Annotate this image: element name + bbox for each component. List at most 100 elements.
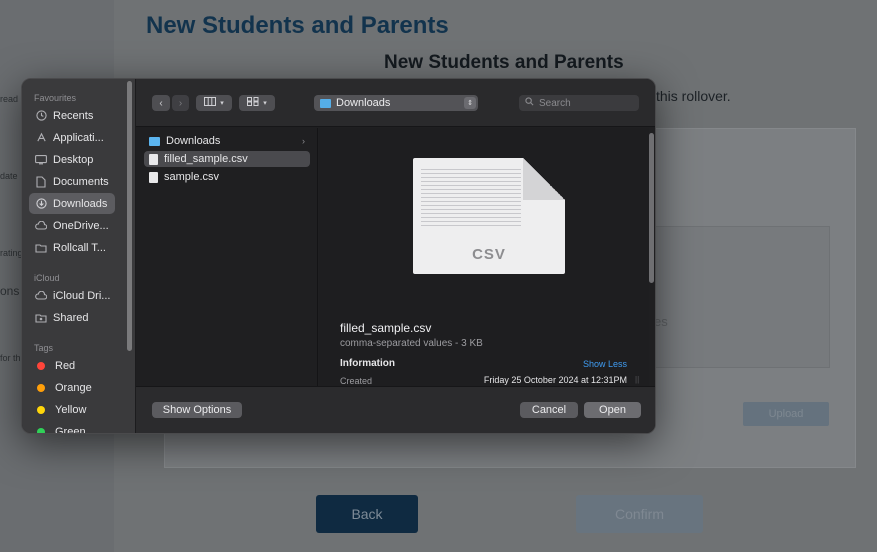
sidebar-item-label: Red	[55, 359, 76, 372]
show-less-link[interactable]: Show Less	[583, 359, 627, 369]
cloud-icon	[35, 220, 47, 232]
preview-filename: filled_sample.csv	[340, 321, 432, 335]
folder-icon	[35, 242, 47, 254]
information-header: Information	[340, 358, 395, 369]
file-row-downloads[interactable]: Downloads ›	[144, 133, 310, 149]
sidebar-tag-yellow[interactable]: Yellow	[29, 399, 115, 420]
confirm-button[interactable]: Confirm	[576, 495, 703, 533]
sidebar-item-label: Desktop	[53, 153, 94, 166]
chevron-down-icon: ▾	[220, 100, 224, 107]
upload-button[interactable]: Upload	[743, 402, 829, 426]
sidebar-item-label: Downloads	[53, 197, 108, 210]
icloud-header: iCloud	[34, 273, 60, 283]
sidebar-item-documents[interactable]: Documents	[29, 171, 115, 192]
page-subtitle: New Students and Parents	[384, 52, 624, 73]
sidebar-item-icloud-drive[interactable]: iCloud Dri...	[29, 285, 115, 306]
forward-nav-button[interactable]: ›	[172, 95, 189, 111]
green-tag-dot-icon	[37, 427, 45, 433]
created-label: Created	[340, 376, 373, 386]
show-options-button[interactable]: Show Options	[152, 402, 242, 418]
document-thumbnail-icon: CSV	[413, 158, 565, 274]
cancel-button[interactable]: Cancel	[520, 402, 578, 418]
sidebar-item-label: Documents	[53, 175, 109, 188]
sidebar-item-label: Rollcall T...	[53, 241, 106, 254]
thumbnail-type-label: CSV	[472, 246, 506, 263]
spreadsheet-lines	[421, 166, 521, 226]
sidebar-item-label: Recents	[53, 109, 94, 122]
sidebar-item-downloads[interactable]: Downloads	[29, 193, 115, 214]
csv-thumbnail: CSV	[413, 158, 565, 274]
chevron-left-icon: ‹	[159, 97, 163, 109]
created-value: Friday 25 October 2024 at 12:31PM	[483, 375, 627, 385]
sidebar-item-label: Applicati...	[53, 131, 104, 144]
file-preview-pane: CSV filled_sample.csv comma-separated va…	[319, 128, 649, 386]
dialog-toolbar: ‹ › ▾ ▾ Downloads ⇕	[136, 79, 655, 127]
download-icon	[35, 198, 47, 210]
left-text-fragment: ons	[0, 284, 20, 298]
sidebar-scrollbar[interactable]	[127, 81, 132, 351]
clock-icon	[35, 110, 47, 122]
chevron-right-icon: ›	[178, 97, 183, 109]
group-by-button[interactable]: ▾	[239, 95, 275, 111]
tags-header: Tags	[34, 343, 54, 353]
folder-icon	[149, 137, 160, 146]
page-description: this rollover.	[656, 88, 731, 104]
open-button[interactable]: Open	[584, 402, 641, 418]
sidebar-item-shared[interactable]: Shared	[29, 307, 115, 328]
file-name: Downloads	[166, 135, 221, 147]
chevron-right-icon: ›	[302, 136, 305, 146]
sidebar-tag-green[interactable]: Green	[29, 421, 115, 433]
downloads-folder-icon	[320, 98, 331, 108]
page-fold	[523, 158, 565, 200]
back-nav-button[interactable]: ‹	[152, 95, 170, 111]
columns-view-icon	[204, 97, 217, 109]
sidebar-item-onedrive[interactable]: OneDrive...	[29, 215, 115, 236]
file-list-column: Downloads › filled_sample.csv sample.csv…	[136, 128, 326, 386]
sidebar-item-desktop[interactable]: Desktop	[29, 149, 115, 170]
left-text-fragment: date	[0, 171, 18, 181]
sidebar-item-label: OneDrive...	[53, 219, 109, 232]
sidebar-item-label: Orange	[55, 381, 92, 394]
desktop-icon	[35, 154, 47, 166]
csv-file-icon	[149, 153, 158, 165]
red-tag-dot-icon	[37, 361, 45, 370]
location-popup[interactable]: Downloads ⇕	[314, 95, 478, 111]
sidebar-item-label: Yellow	[55, 403, 87, 416]
cloud-icon	[35, 290, 47, 302]
file-row-sample[interactable]: sample.csv	[144, 169, 310, 185]
file-open-dialog: Favourites Recents Applicati... Desktop …	[21, 78, 656, 434]
preview-kind: comma-separated values - 3 KB	[340, 338, 483, 349]
location-label: Downloads	[336, 97, 391, 109]
left-text-fragment: rating	[0, 248, 23, 258]
sidebar-item-label: Shared	[53, 311, 89, 324]
search-field[interactable]	[519, 95, 639, 111]
back-button[interactable]: Back	[316, 495, 418, 533]
favourites-header: Favourites	[34, 93, 77, 103]
sidebar-tag-red[interactable]: Red	[29, 355, 115, 376]
orange-tag-dot-icon	[37, 383, 45, 392]
page-title: New Students and Parents	[146, 12, 449, 39]
sidebar-item-recents[interactable]: Recents	[29, 105, 115, 126]
up-down-arrows-icon: ⇕	[464, 97, 476, 109]
search-icon	[525, 97, 534, 109]
sidebar-tag-orange[interactable]: Orange	[29, 377, 115, 398]
view-columns-button[interactable]: ▾	[196, 95, 232, 111]
chevron-down-icon: ▾	[263, 100, 267, 107]
sidebar-item-rollcall[interactable]: Rollcall T...	[29, 237, 115, 258]
grid-icon	[247, 97, 259, 109]
left-text-fragment: for th	[0, 353, 21, 363]
file-row-filled-sample[interactable]: filled_sample.csv	[144, 151, 310, 167]
shared-folder-icon	[35, 312, 47, 324]
column-resize-handle[interactable]: ||	[635, 375, 639, 384]
file-name: sample.csv	[164, 171, 220, 183]
document-icon	[35, 175, 47, 188]
dialog-footer: Show Options Cancel Open	[136, 386, 655, 433]
dialog-main: ‹ › ▾ ▾ Downloads ⇕ Search Downloads › f…	[136, 79, 655, 433]
yellow-tag-dot-icon	[37, 405, 45, 414]
file-name: filled_sample.csv	[164, 153, 248, 165]
search-input[interactable]	[539, 97, 629, 109]
dialog-sidebar: Favourites Recents Applicati... Desktop …	[22, 79, 136, 433]
preview-scrollbar[interactable]	[649, 133, 654, 283]
sidebar-item-applications[interactable]: Applicati...	[29, 127, 115, 148]
drop-zone-text: es	[654, 314, 668, 329]
